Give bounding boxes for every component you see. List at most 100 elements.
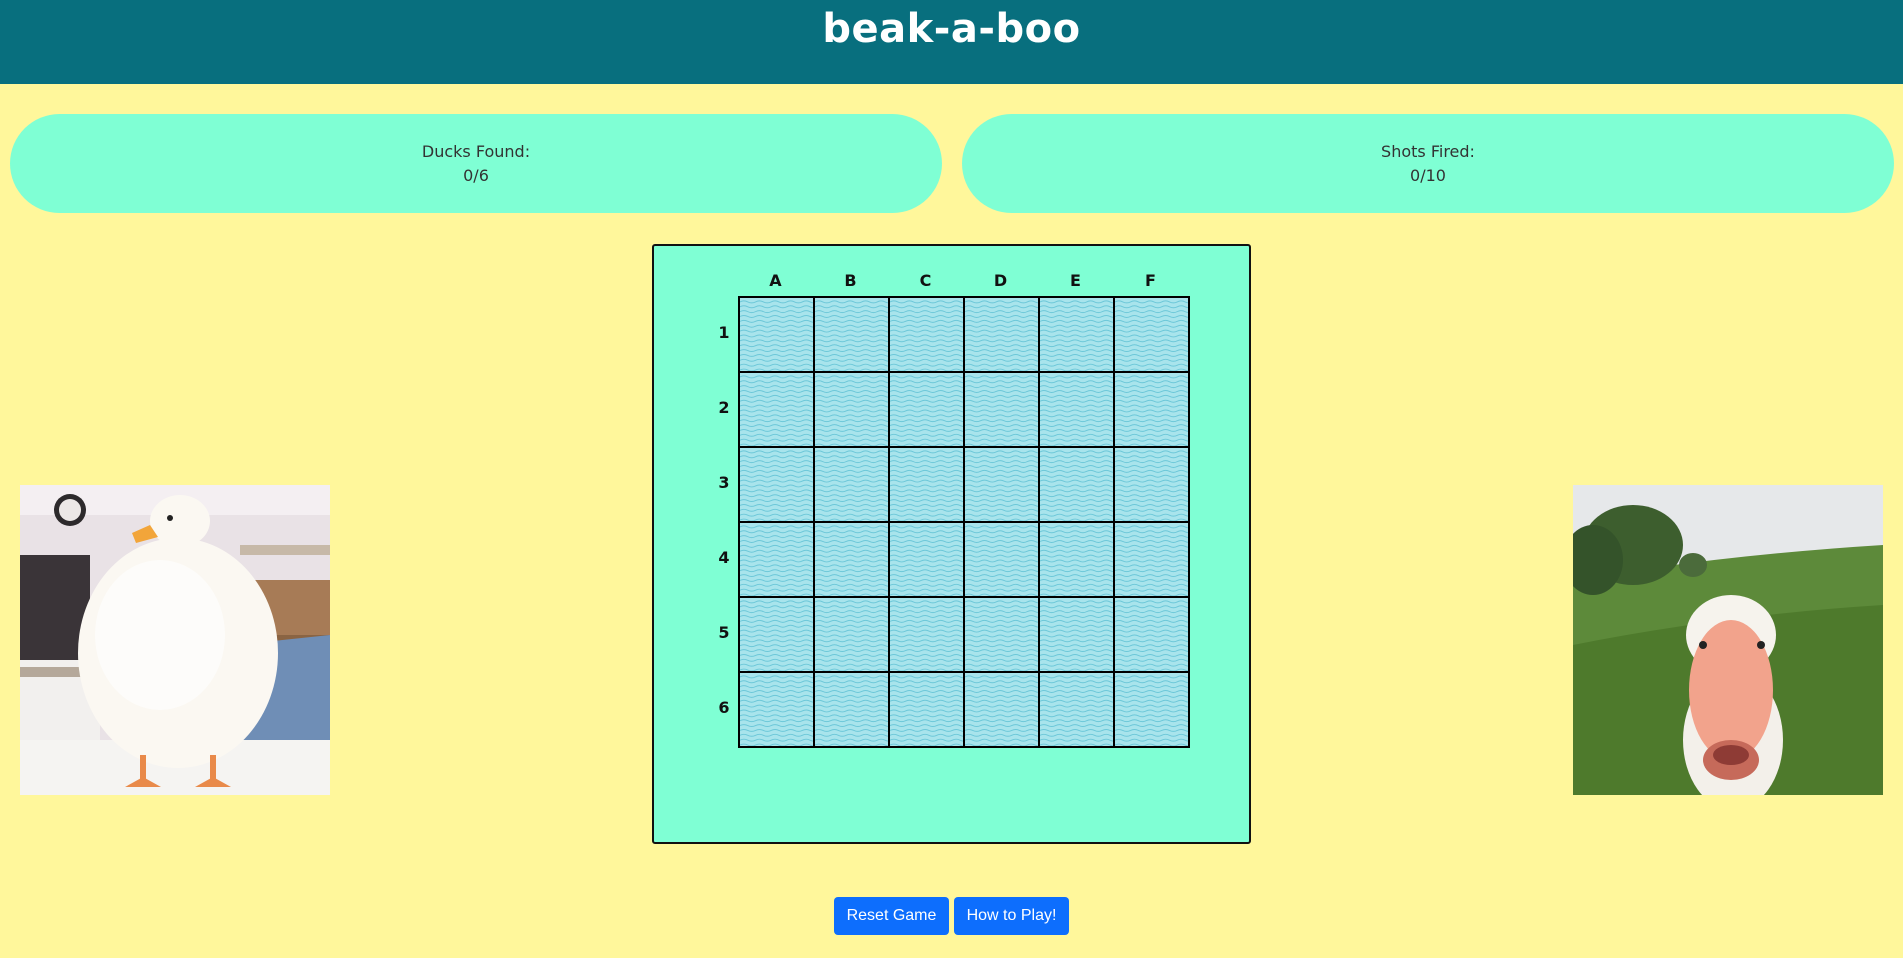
water-wave-icon — [1039, 597, 1113, 671]
goose-closeup-photo — [1573, 485, 1883, 795]
water-wave-icon — [814, 672, 888, 746]
water-wave-icon — [814, 297, 888, 371]
water-wave-icon — [814, 597, 888, 671]
grid-cell-a4[interactable] — [738, 521, 814, 597]
water-wave-icon — [889, 297, 963, 371]
shots-fired-label: Shots Fired: — [1381, 141, 1475, 161]
row-label-4: 4 — [718, 548, 730, 567]
grid-cell-a2[interactable] — [738, 371, 814, 447]
water-wave-icon — [739, 522, 813, 596]
water-wave-icon — [814, 522, 888, 596]
grid-cell-c3[interactable] — [888, 446, 964, 522]
grid-cell-e3[interactable] — [1038, 446, 1114, 522]
column-label-c: C — [919, 271, 932, 290]
grid-cell-a1[interactable] — [738, 296, 814, 372]
grid-cell-b1[interactable] — [813, 296, 889, 372]
water-wave-icon — [964, 522, 1038, 596]
water-wave-icon — [739, 297, 813, 371]
grid-cell-f5[interactable] — [1113, 596, 1189, 672]
water-wave-icon — [1039, 447, 1113, 521]
grid-cell-f2[interactable] — [1113, 371, 1189, 447]
ducks-found-panel: Ducks Found: 0/6 — [10, 114, 942, 213]
grid-cell-c2[interactable] — [888, 371, 964, 447]
grid-cell-f4[interactable] — [1113, 521, 1189, 597]
water-wave-icon — [1114, 672, 1188, 746]
column-label-f: F — [1145, 271, 1156, 290]
grid-cell-c5[interactable] — [888, 596, 964, 672]
round-duck-photo — [20, 485, 330, 795]
column-label-d: D — [993, 271, 1008, 290]
water-wave-icon — [889, 597, 963, 671]
round-duck-image — [20, 485, 330, 795]
water-wave-icon — [1114, 372, 1188, 446]
grid-cell-c1[interactable] — [888, 296, 964, 372]
page-header: beak-a-boo — [0, 0, 1903, 84]
grid-cell-a6[interactable] — [738, 671, 814, 747]
water-wave-icon — [889, 522, 963, 596]
goose-closeup-image — [1573, 485, 1883, 795]
duck-grid — [738, 296, 1190, 748]
grid-cell-e1[interactable] — [1038, 296, 1114, 372]
ducks-found-value: 0/6 — [463, 165, 489, 185]
row-label-1: 1 — [718, 323, 730, 342]
grid-cell-c6[interactable] — [888, 671, 964, 747]
grid-cell-b2[interactable] — [813, 371, 889, 447]
grid-cell-b5[interactable] — [813, 596, 889, 672]
water-wave-icon — [1114, 297, 1188, 371]
column-label-a: A — [769, 271, 782, 290]
reset-game-button[interactable]: Reset Game — [834, 897, 949, 935]
water-wave-icon — [739, 372, 813, 446]
grid-cell-b4[interactable] — [813, 521, 889, 597]
grid-cell-e6[interactable] — [1038, 671, 1114, 747]
grid-cell-a3[interactable] — [738, 446, 814, 522]
water-wave-icon — [964, 372, 1038, 446]
how-to-play-button[interactable]: How to Play! — [954, 897, 1069, 935]
water-wave-icon — [1114, 522, 1188, 596]
water-wave-icon — [814, 447, 888, 521]
grid-cell-d5[interactable] — [963, 596, 1039, 672]
grid-cell-d1[interactable] — [963, 296, 1039, 372]
grid-cell-b6[interactable] — [813, 671, 889, 747]
shots-fired-value: 0/10 — [1410, 165, 1446, 185]
water-wave-icon — [1039, 672, 1113, 746]
ducks-found-label: Ducks Found: — [421, 141, 531, 161]
grid-cell-c4[interactable] — [888, 521, 964, 597]
grid-cell-a5[interactable] — [738, 596, 814, 672]
water-wave-icon — [814, 372, 888, 446]
row-label-3: 3 — [718, 473, 730, 492]
row-label-2: 2 — [718, 398, 730, 417]
grid-cell-e2[interactable] — [1038, 371, 1114, 447]
shots-fired-panel: Shots Fired: 0/10 — [962, 114, 1894, 213]
water-wave-icon — [1039, 372, 1113, 446]
grid-cell-d6[interactable] — [963, 671, 1039, 747]
grid-cell-f1[interactable] — [1113, 296, 1189, 372]
water-wave-icon — [1039, 297, 1113, 371]
water-wave-icon — [739, 597, 813, 671]
grid-cell-e4[interactable] — [1038, 521, 1114, 597]
water-wave-icon — [964, 597, 1038, 671]
water-wave-icon — [739, 447, 813, 521]
row-label-5: 5 — [718, 623, 730, 642]
water-wave-icon — [889, 447, 963, 521]
water-wave-icon — [889, 672, 963, 746]
water-wave-icon — [889, 372, 963, 446]
water-wave-icon — [1039, 522, 1113, 596]
grid-cell-f6[interactable] — [1113, 671, 1189, 747]
page-title: beak-a-boo — [822, 6, 1081, 52]
grid-cell-d2[interactable] — [963, 371, 1039, 447]
water-wave-icon — [1114, 447, 1188, 521]
water-wave-icon — [739, 672, 813, 746]
grid-cell-d4[interactable] — [963, 521, 1039, 597]
grid-cell-b3[interactable] — [813, 446, 889, 522]
grid-cell-e5[interactable] — [1038, 596, 1114, 672]
column-label-e: E — [1070, 271, 1081, 290]
grid-cell-d3[interactable] — [963, 446, 1039, 522]
water-wave-icon — [1114, 597, 1188, 671]
water-wave-icon — [964, 672, 1038, 746]
row-label-6: 6 — [718, 698, 730, 717]
column-label-b: B — [844, 271, 857, 290]
water-wave-icon — [964, 447, 1038, 521]
water-wave-icon — [964, 297, 1038, 371]
game-board: A B C D E F 1 2 3 4 5 6 — [652, 244, 1251, 844]
grid-cell-f3[interactable] — [1113, 446, 1189, 522]
